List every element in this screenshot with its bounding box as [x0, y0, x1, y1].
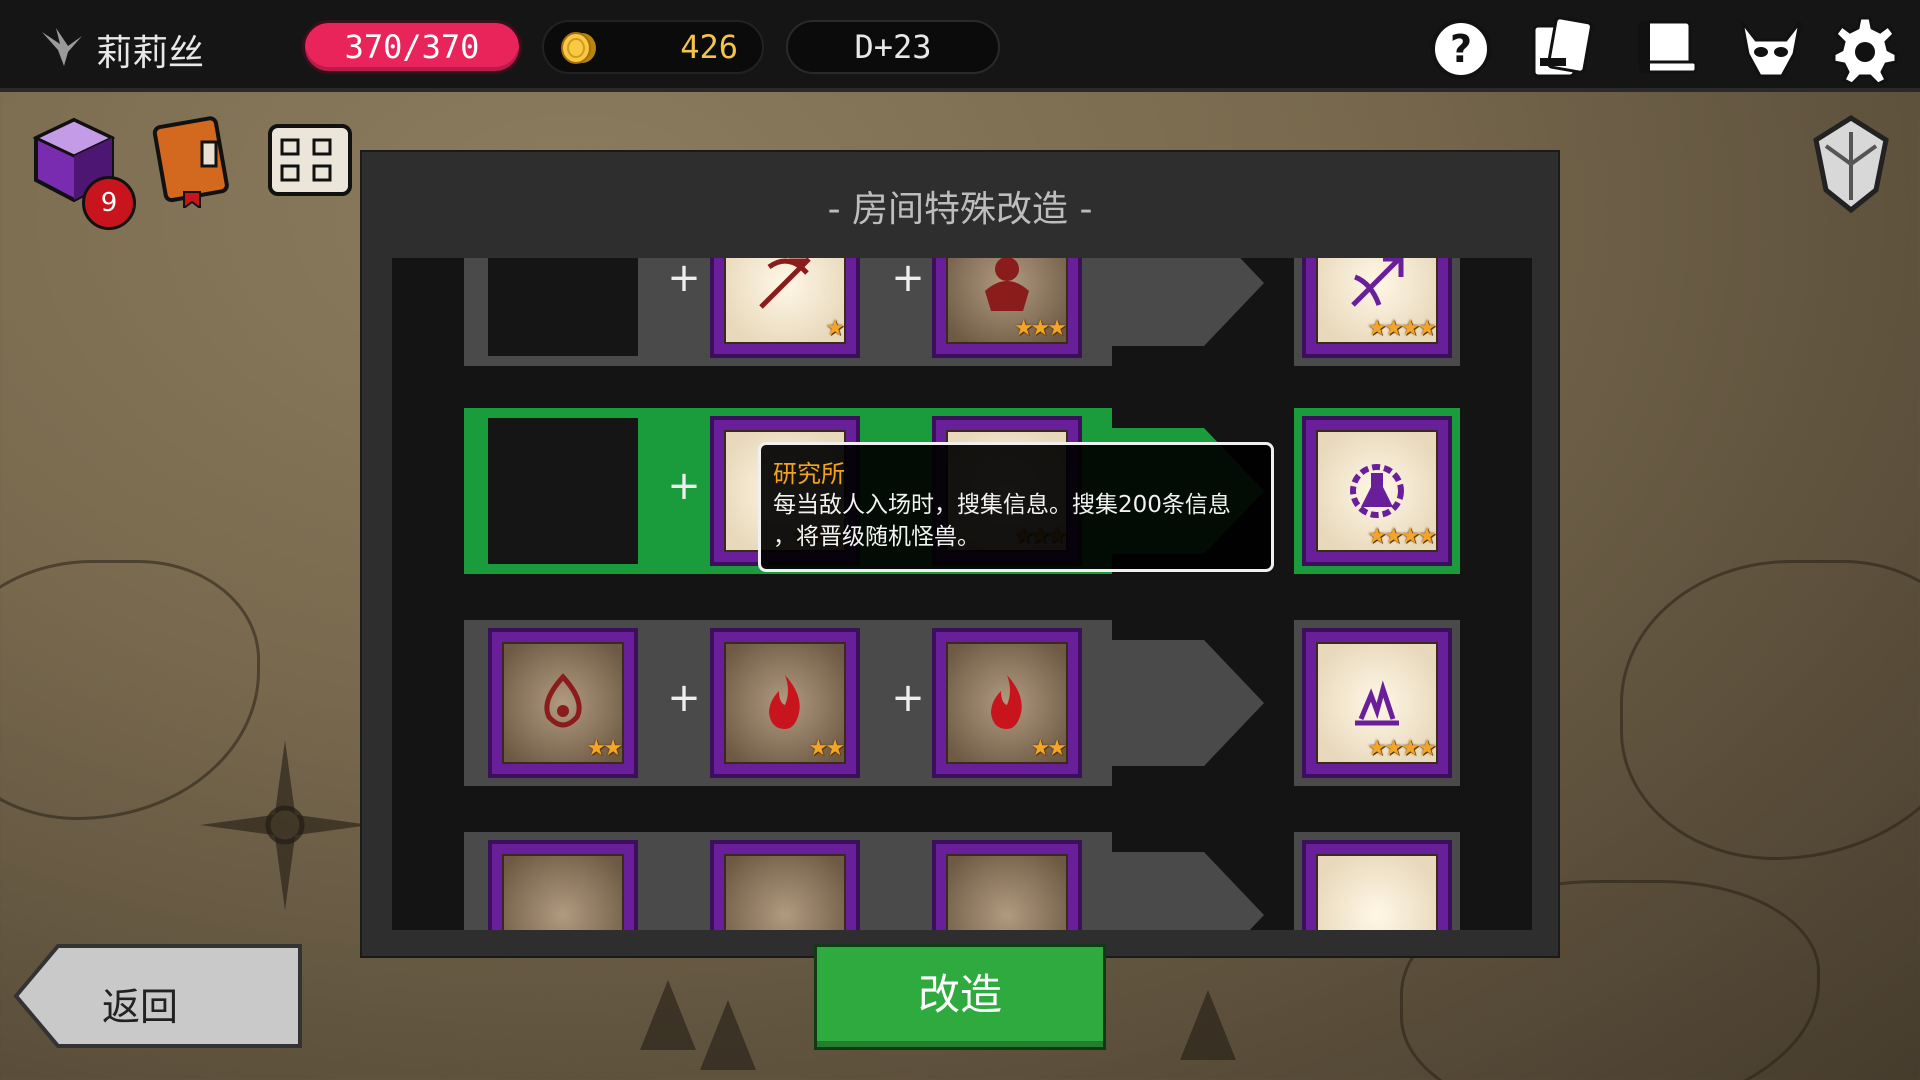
svg-text:?: ? [1450, 27, 1472, 71]
arrow-right-icon [1094, 852, 1264, 930]
panel-title: - 房间特殊改造 - [827, 189, 1093, 230]
book-icon[interactable] [1632, 14, 1702, 84]
result-card[interactable]: ★★★★ [1302, 416, 1452, 566]
ingredient-card[interactable]: ★★ [488, 628, 638, 778]
star-rating: ★★ [808, 736, 845, 761]
star-rating: ★★ [1030, 736, 1067, 761]
cards-icon[interactable] [1526, 14, 1596, 84]
poison-icon [544, 673, 582, 728]
star-rating: ★★★★ [1367, 316, 1437, 341]
plus-sign: + [667, 675, 701, 721]
star-rating: ★★★ [1013, 316, 1067, 341]
gold-coin-icon [561, 32, 596, 64]
recipe-list[interactable]: + ★ + ★★★ ★★★★ + ★★★★ ★★ + ★★ + ★★ ★★★★ [392, 258, 1532, 930]
ingredient-card[interactable]: ★★ [710, 628, 860, 778]
laboratory-icon [1350, 464, 1404, 518]
result-frame [1294, 832, 1460, 930]
back-button[interactable]: 返回 [12, 942, 304, 1050]
star-rating: ★★★★ [1367, 524, 1437, 549]
plus-sign: + [667, 463, 701, 509]
modify-button[interactable]: 改造 [814, 944, 1106, 1050]
plus-sign: + [667, 258, 701, 301]
gold-counter: 426 [542, 20, 764, 74]
ingredient-card[interactable]: ★★ [932, 628, 1082, 778]
plus-sign: + [891, 675, 925, 721]
day-counter: D+23 [786, 20, 1000, 74]
star-rating: ★★★★ [1367, 736, 1437, 761]
ballista-icon [759, 258, 811, 309]
crossbow-icon [1351, 258, 1404, 307]
map-tree [640, 980, 696, 1050]
top-bar: 莉莉丝 370/370 426 D+23 ? [0, 0, 1920, 92]
hp-counter: 370/370 [302, 20, 522, 74]
arrow-right-icon [1094, 640, 1264, 766]
player-name: 莉莉丝 [96, 33, 205, 74]
star-rating: ★★ [586, 736, 623, 761]
result-frame: ★★★★ [1294, 258, 1460, 366]
empty-slot[interactable] [488, 258, 638, 356]
compass-rose-icon [200, 740, 370, 910]
empty-slot[interactable] [488, 418, 638, 564]
ingredient-card[interactable]: ★★★ [932, 258, 1082, 358]
gold-value: 426 [680, 28, 738, 66]
map-coastline [1620, 560, 1920, 860]
recipe-row[interactable]: ★★ + ★★ + ★★ ★★★★ [464, 620, 1460, 786]
winged-shield-icon[interactable] [1806, 110, 1896, 214]
plus-sign: + [891, 258, 925, 301]
ogre-icon [985, 258, 1029, 311]
fire-icon [769, 675, 800, 729]
recipe-row[interactable] [464, 832, 1460, 930]
result-card[interactable] [1302, 840, 1452, 930]
back-label: 返回 [102, 985, 179, 1029]
ingredient-card[interactable] [710, 840, 860, 930]
tooltip-line-2: ，将晋级随机怪兽。 [773, 524, 980, 550]
tooltip-line-1: 每当敌人入场时，搜集信息。搜集200条信息 [773, 492, 1231, 518]
bonfire-icon [1355, 680, 1399, 726]
recipe-row[interactable]: + ★ + ★★★ ★★★★ [464, 258, 1460, 366]
map-tree [1180, 990, 1236, 1060]
arrow-right-icon [1094, 258, 1264, 346]
result-frame: ★★★★ [1294, 620, 1460, 786]
player-emblem-icon[interactable] [38, 22, 86, 70]
ingredient-card[interactable] [932, 840, 1082, 930]
ingredient-card[interactable]: ★ [710, 258, 860, 358]
result-card[interactable]: ★★★★ [1302, 628, 1452, 778]
help-icon[interactable]: ? [1426, 14, 1496, 84]
result-card[interactable]: ★★★★ [1302, 258, 1452, 358]
spellbook-icon[interactable] [144, 112, 240, 208]
gear-icon[interactable] [1830, 14, 1900, 84]
result-frame: ★★★★ [1294, 408, 1460, 574]
tooltip-title: 研究所 [773, 460, 845, 488]
cube-count-badge: 9 [82, 176, 136, 230]
ingredient-card[interactable] [488, 840, 638, 930]
star-rating: ★ [825, 316, 845, 341]
fire-icon [991, 675, 1022, 729]
demon-mask-icon[interactable] [1736, 14, 1806, 84]
map-tree [700, 1000, 756, 1070]
scroll-map-icon[interactable] [262, 112, 358, 208]
room-tooltip: 研究所 每当敌人入场时，搜集信息。搜集200条信息 ，将晋级随机怪兽。 [758, 442, 1274, 572]
